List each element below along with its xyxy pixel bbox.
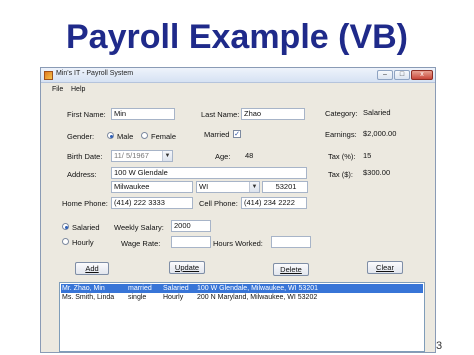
add-button[interactable]: Add — [75, 262, 109, 275]
update-button-label: Update — [174, 263, 200, 272]
tax-dollar-value: $300.00 — [363, 168, 391, 177]
salaried-radio[interactable] — [62, 223, 69, 230]
earnings-label: Earnings: — [325, 130, 357, 139]
hours-worked-field[interactable] — [271, 236, 311, 248]
address-state-select[interactable]: WI ▼ — [196, 181, 260, 193]
address-street-field[interactable]: 100 W Glendale — [111, 167, 307, 179]
birth-date-value: 11/ 5/1967 — [114, 151, 149, 160]
list-item[interactable]: Mr. Zhao, Min married Salaried 100 W Gle… — [61, 284, 423, 293]
wage-rate-field[interactable] — [171, 236, 211, 248]
hours-worked-label: Hours Worked: — [213, 239, 263, 248]
address-state-value: WI — [199, 182, 209, 191]
gender-label: Gender: — [67, 132, 95, 141]
address-city-field[interactable]: Milwaukee — [111, 181, 193, 193]
calendar-dropdown-icon[interactable]: ▼ — [162, 151, 172, 161]
employee-name: Ms. Smith, Linda — [62, 294, 115, 301]
window-title: Min's IT - Payroll System — [56, 70, 134, 77]
employee-status: single — [128, 294, 147, 301]
tax-dollar-label: Tax ($): — [328, 170, 354, 179]
first-name-label: First Name: — [67, 110, 106, 119]
tax-percent-label: Tax (%): — [328, 152, 356, 161]
wage-rate-label: Wage Rate: — [121, 239, 161, 248]
earnings-value: $2,000.00 — [363, 129, 397, 138]
list-item[interactable]: Ms. Smith, Linda single Hourly 200 N Mar… — [61, 293, 423, 302]
update-button[interactable]: Update — [169, 261, 205, 274]
last-name-field[interactable]: Zhao — [241, 108, 305, 120]
hourly-radio[interactable] — [62, 238, 69, 245]
minimize-button[interactable]: – — [377, 70, 393, 80]
birth-date-picker[interactable]: 11/ 5/1967 ▼ — [111, 150, 173, 162]
slide-page-number: 3 — [436, 340, 443, 352]
last-name-label: Last Name: — [201, 110, 240, 119]
category-value: Salaried — [363, 108, 391, 117]
weekly-salary-field[interactable]: 2000 — [171, 220, 211, 232]
gender-male-radio[interactable] — [107, 132, 114, 139]
chevron-down-icon[interactable]: ▼ — [249, 182, 259, 192]
gender-female-radio[interactable] — [141, 132, 148, 139]
tax-percent-value: 15 — [363, 151, 372, 160]
payroll-window: Min's IT - Payroll System – □ x File Hel… — [40, 67, 436, 353]
gender-male-label[interactable]: Male — [117, 132, 133, 141]
clear-button-label: Clear — [376, 263, 394, 272]
weekly-salary-label: Weekly Salary: — [114, 223, 164, 232]
employee-category: Hourly — [163, 294, 184, 301]
employee-address: 100 W Glendale, Milwaukee, WI 53201 — [197, 285, 319, 292]
app-icon — [44, 71, 53, 80]
employee-address: 200 N Maryland, Milwaukee, WI 53202 — [197, 294, 318, 301]
add-button-label: Add — [85, 264, 99, 273]
birth-date-label: Birth Date: — [67, 152, 103, 161]
cell-phone-label: Cell Phone: — [199, 199, 238, 208]
married-label: Married — [204, 130, 230, 139]
hourly-label[interactable]: Hourly — [72, 238, 94, 247]
category-label: Category: — [325, 109, 358, 118]
delete-button-label: Delete — [280, 265, 302, 274]
employee-name: Mr. Zhao, Min — [62, 285, 105, 292]
menu-bar: File Help — [41, 84, 435, 96]
employee-status: married — [128, 285, 152, 292]
cell-phone-field[interactable]: (414) 234 2222 — [241, 197, 307, 209]
maximize-button[interactable]: □ — [394, 70, 410, 80]
window-titlebar[interactable]: Min's IT - Payroll System – □ x — [41, 68, 435, 83]
salaried-label[interactable]: Salaried — [72, 223, 100, 232]
first-name-field[interactable]: Min — [111, 108, 175, 120]
married-checkbox[interactable]: ✓ — [233, 130, 241, 138]
delete-button[interactable]: Delete — [273, 263, 309, 276]
employee-list[interactable]: Mr. Zhao, Min married Salaried 100 W Gle… — [59, 282, 425, 352]
home-phone-field[interactable]: (414) 222 3333 — [111, 197, 193, 209]
home-phone-label: Home Phone: — [62, 199, 108, 208]
address-zip-field[interactable]: 53201 — [262, 181, 308, 193]
employee-category: Salaried — [163, 285, 189, 292]
address-label: Address: — [67, 170, 97, 179]
menu-file[interactable]: File — [52, 86, 63, 93]
menu-help[interactable]: Help — [71, 86, 85, 93]
slide-title: Payroll Example (VB) — [65, 18, 408, 56]
close-button[interactable]: x — [411, 70, 433, 80]
clear-button[interactable]: Clear — [367, 261, 403, 274]
age-label: Age: — [215, 152, 231, 161]
age-value: 48 — [245, 151, 254, 160]
gender-female-label[interactable]: Female — [151, 132, 176, 141]
